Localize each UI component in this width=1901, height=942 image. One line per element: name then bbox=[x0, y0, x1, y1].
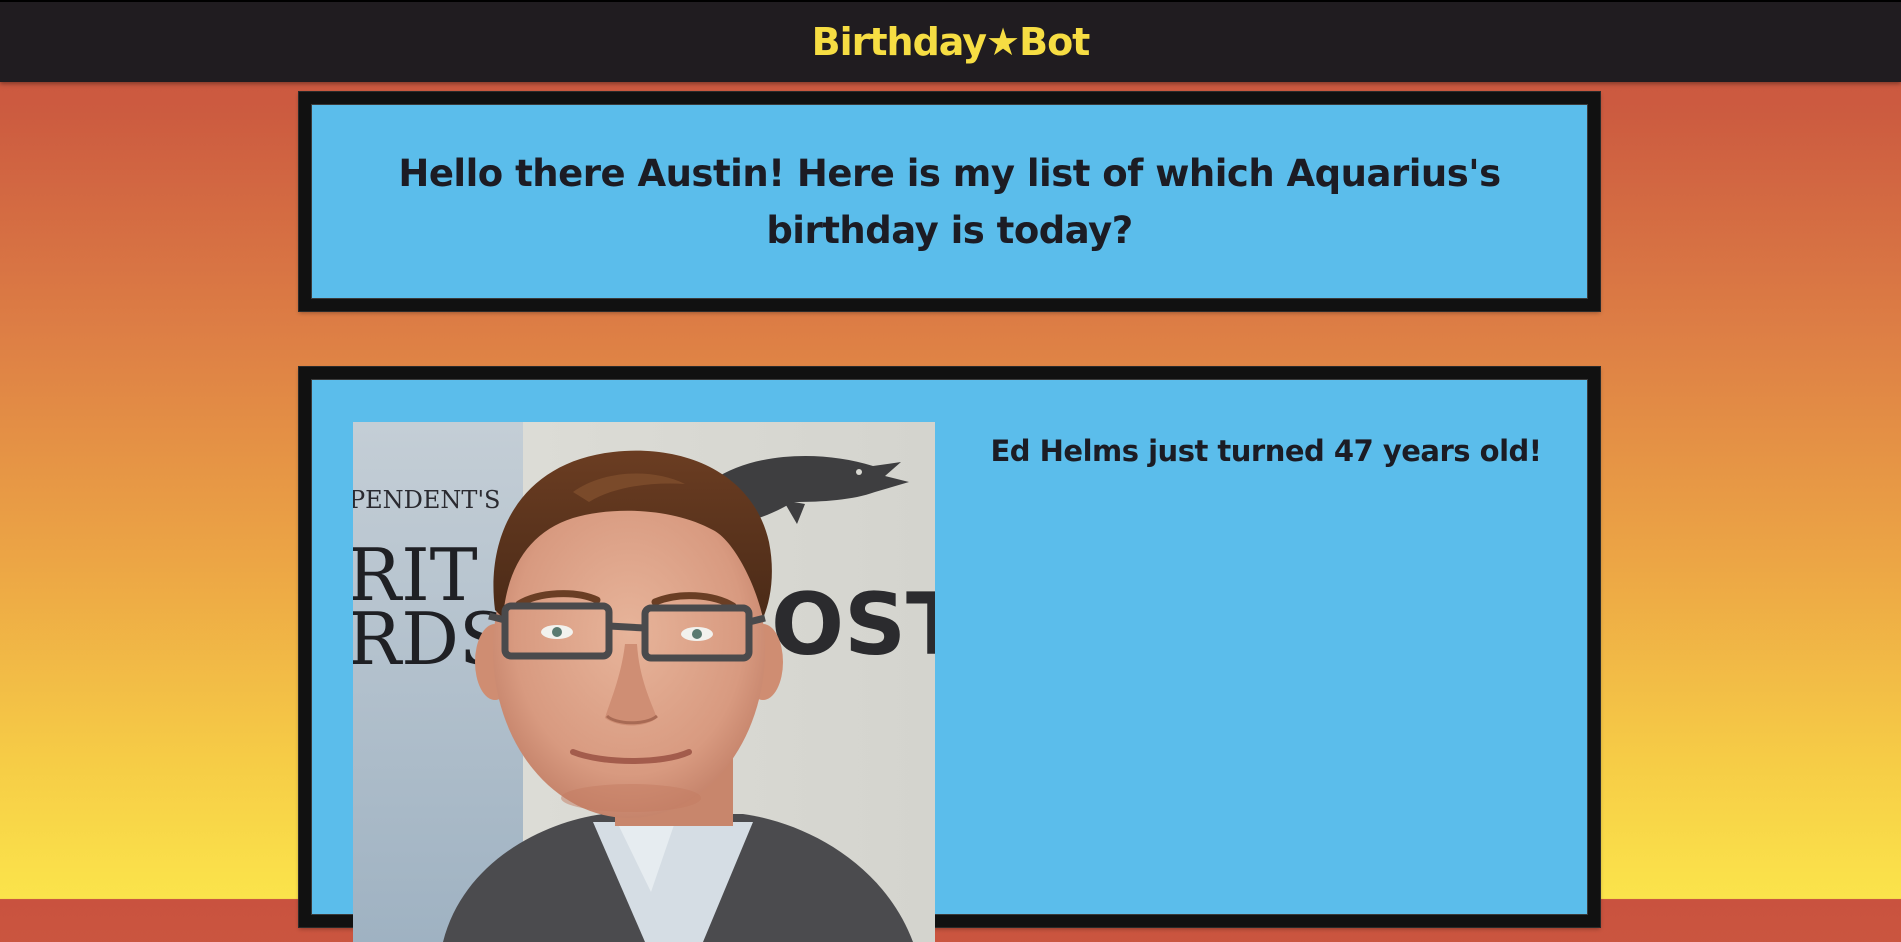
brand-logo-text[interactable]: Birthday★Bot bbox=[812, 23, 1091, 61]
celebrity-photo: PENDENT'S RIT RDS OST bbox=[353, 422, 935, 942]
backdrop-text-4: OST bbox=[771, 575, 935, 675]
backdrop-text-1: PENDENT'S bbox=[353, 486, 500, 514]
celebrity-card: PENDENT'S RIT RDS OST bbox=[298, 366, 1601, 942]
greeting-card: Hello there Austin! Here is my list of w… bbox=[298, 91, 1601, 312]
greeting-heading: Hello there Austin! Here is my list of w… bbox=[398, 151, 1501, 252]
top-navbar: Birthday★Bot bbox=[0, 0, 1901, 82]
celebrity-birthday-caption: Ed Helms just turned 47 years old! bbox=[990, 434, 1542, 468]
